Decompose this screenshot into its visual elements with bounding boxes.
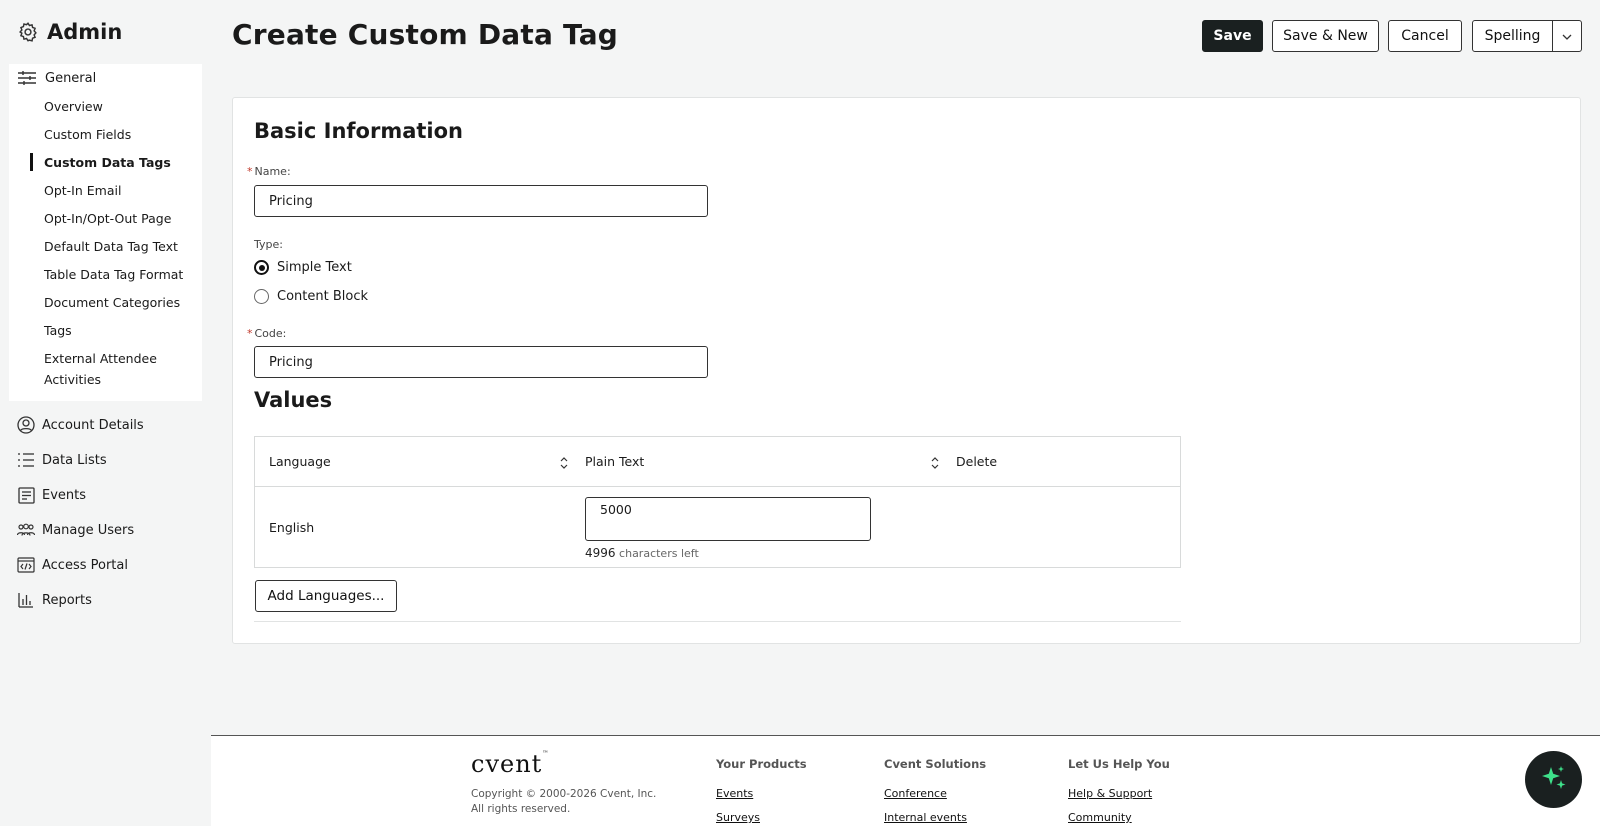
sidebar-item-external-attendee-activities[interactable]: External Attendee Activities [44,348,194,390]
sidebar-item-general-label: General [45,70,97,86]
sidebar-item-label: Access Portal [42,557,128,573]
table-header: Language Plain Text Delete [255,437,1180,487]
name-input[interactable]: Pricing [254,185,708,217]
sort-icon[interactable] [559,455,569,469]
sidebar-item-events[interactable]: Events [17,486,86,504]
list-icon [17,451,35,469]
copyright: Copyright © 2000-2026 Cvent, Inc. All ri… [471,787,656,817]
column-header-delete: Delete [956,454,998,469]
type-label: Type: [254,238,283,251]
copyright-line: Copyright © 2000-2026 Cvent, Inc. [471,788,657,800]
required-marker: * [247,327,253,340]
sidebar-item-label: Events [42,487,87,503]
bar-chart-icon [17,591,35,609]
name-label-text: Name: [254,165,291,178]
characters-left: 4996 characters left [585,546,699,560]
users-icon [17,521,35,539]
language-cell: English [269,520,315,535]
sidebar-item-label: Manage Users [42,522,135,538]
user-circle-icon [17,416,35,434]
required-marker: * [247,165,253,178]
general-panel: General Overview Custom Fields Custom Da… [9,64,202,401]
main-card: Basic Information * Name: Pricing Type: S… [232,97,1581,644]
footer-link-conference[interactable]: Conference [884,787,947,800]
save-and-new-button[interactable]: Save & New [1272,20,1379,52]
spelling-dropdown-button[interactable] [1552,20,1582,52]
logo-text: cvent [471,750,543,778]
sidebar-item-opt-in-email[interactable]: Opt-In Email [44,180,194,201]
characters-left-count: 4996 [585,546,616,560]
sidebar-item-custom-data-tags[interactable]: Custom Data Tags [44,152,194,173]
type-option-simple-text[interactable]: Simple Text [254,260,352,275]
code-label: * Code: [247,327,286,340]
sidebar-item-document-categories[interactable]: Document Categories [44,292,194,313]
sidebar-item-manage-users[interactable]: Manage Users [17,521,134,539]
name-label: * Name: [247,165,291,178]
column-header-language[interactable]: Language [269,454,331,469]
sidebar-item-general[interactable]: General [18,69,96,87]
document-icon [17,486,35,504]
characters-left-text: characters left [619,547,699,560]
column-header-plain-text[interactable]: Plain Text [585,454,644,469]
gear-icon [17,21,39,43]
chevron-down-icon [1562,28,1572,44]
radio-label: Content Block [277,289,368,304]
code-window-icon [17,556,35,574]
footer-col-cvent-solutions-title: Cvent Solutions [884,757,987,771]
sort-icon[interactable] [930,455,940,469]
footer-link-help-support[interactable]: Help & Support [1068,787,1152,800]
sidebar-item-label: Reports [42,592,92,608]
sidebar-item-label: Account Details [42,417,144,433]
code-label-text: Code: [254,327,287,340]
cvent-logo[interactable]: cvent™ [471,750,549,778]
footer-link-events[interactable]: Events [716,787,753,800]
ai-assistant-button[interactable] [1525,751,1582,808]
radio-checked-icon[interactable] [254,260,269,275]
sidebar-item-label: Data Lists [42,452,107,468]
radio-label: Simple Text [277,260,352,275]
admin-title: Admin [47,20,123,44]
type-option-content-block[interactable]: Content Block [254,289,368,304]
footer-link-internal-events[interactable]: Internal events [884,811,967,824]
sidebar-item-access-portal[interactable]: Access Portal [17,556,128,574]
sidebar-item-tags[interactable]: Tags [44,320,194,341]
cancel-button[interactable]: Cancel [1388,20,1462,52]
footer: cvent™ Copyright © 2000-2026 Cvent, Inc.… [211,735,1600,826]
footer-col-help-title: Let Us Help You [1068,757,1170,771]
footer-col-your-products-title: Your Products [716,757,807,771]
sidebar-item-data-lists[interactable]: Data Lists [17,451,107,469]
spelling-button[interactable]: Spelling [1472,20,1553,52]
sparkle-icon [1540,764,1568,796]
sidebar: Admin General Overview Custom Fields Cus… [0,0,210,826]
divider [254,621,1181,622]
sidebar-item-overview[interactable]: Overview [44,96,194,117]
plain-text-input[interactable]: 5000 [585,497,871,541]
admin-header: Admin [17,20,122,44]
code-input[interactable]: Pricing [254,346,708,378]
sliders-icon [18,69,36,87]
values-title: Values [254,388,333,412]
sidebar-item-reports[interactable]: Reports [17,591,92,609]
sidebar-item-custom-fields[interactable]: Custom Fields [44,124,194,145]
footer-link-surveys[interactable]: Surveys [716,811,760,824]
radio-unchecked-icon[interactable] [254,289,269,304]
sidebar-item-table-data-tag-format[interactable]: Table Data Tag Format [44,264,194,285]
footer-link-community[interactable]: Community [1068,811,1132,824]
sidebar-item-default-data-tag-text[interactable]: Default Data Tag Text [44,236,194,257]
active-indicator [30,153,33,171]
sidebar-item-opt-in-opt-out-page[interactable]: Opt-In/Opt-Out Page [44,208,194,229]
copyright-line: All rights reserved. [471,803,571,815]
save-button[interactable]: Save [1202,20,1263,52]
add-languages-button[interactable]: Add Languages... [255,580,397,612]
page-title: Create Custom Data Tag [232,18,619,51]
values-table: Language Plain Text Delete English 5000 … [254,436,1181,568]
basic-information-title: Basic Information [254,119,463,143]
trademark-mark: ™ [542,750,550,757]
sidebar-item-account-details[interactable]: Account Details [17,416,144,434]
